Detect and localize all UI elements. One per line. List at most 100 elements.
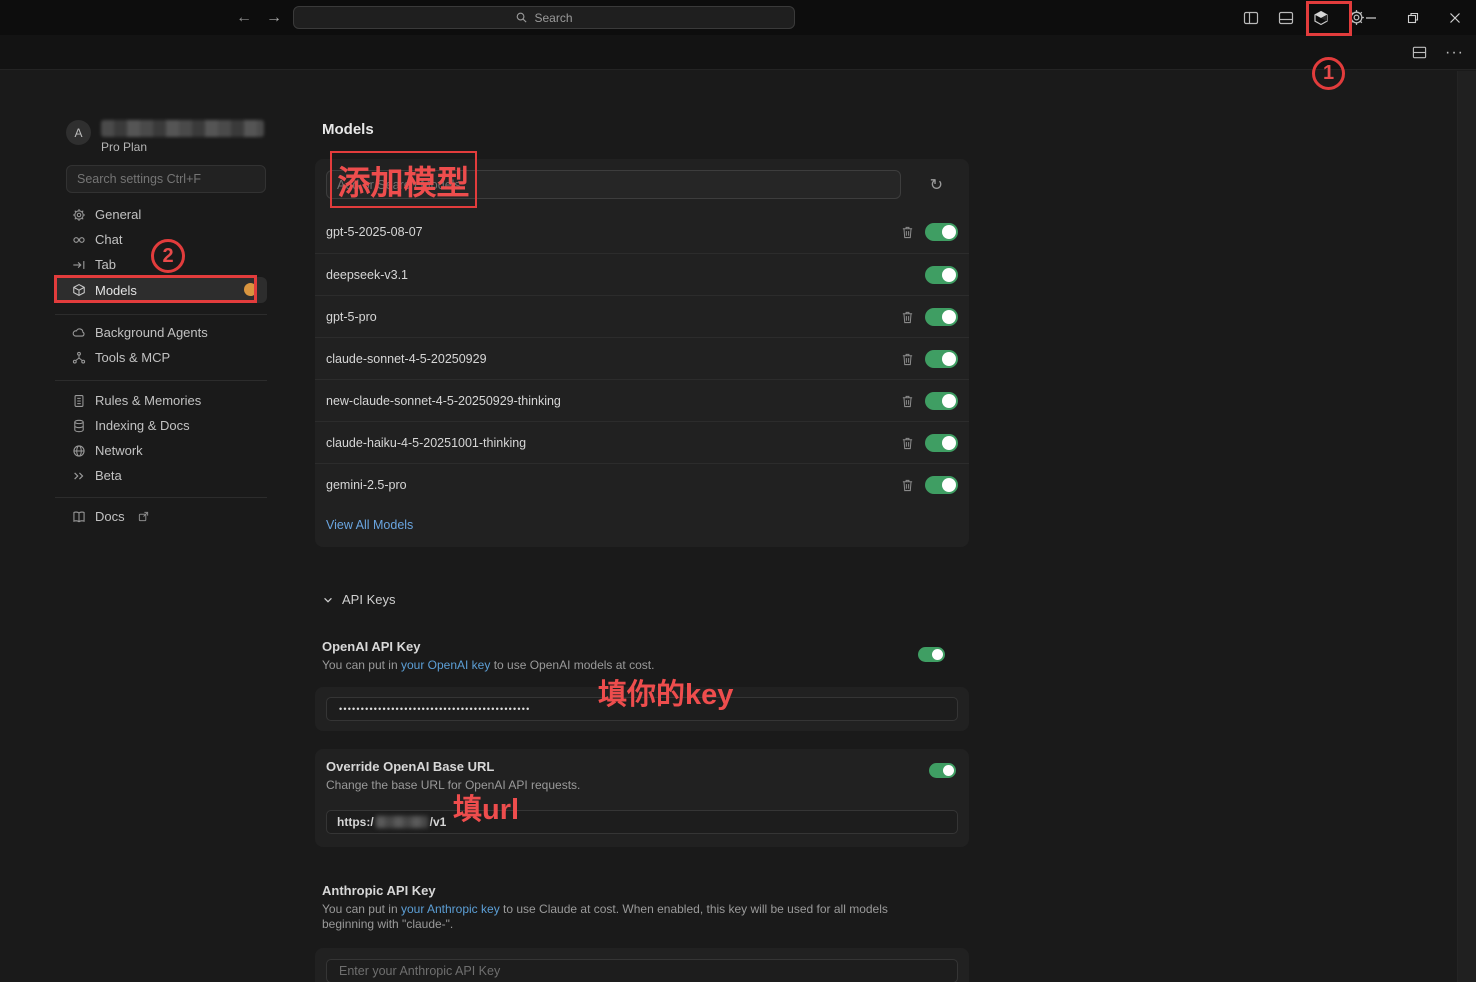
- sidebar-nav: General Chat Tab Models Background Agent…: [55, 202, 267, 529]
- add-model-input[interactable]: Add or Search Models: [326, 170, 901, 199]
- divider: [55, 497, 267, 498]
- infinity-icon: [72, 233, 86, 247]
- split-editor-icon[interactable]: [1407, 41, 1431, 65]
- settings-search-input[interactable]: Search settings Ctrl+F: [66, 165, 266, 193]
- desc-text: You can put in: [322, 902, 401, 916]
- model-enabled-toggle[interactable]: [925, 350, 958, 368]
- tab-arrow-icon: [72, 258, 86, 272]
- openai-key-section: OpenAI API Key You can put in your OpenA…: [315, 639, 969, 673]
- base-url-desc: Change the base URL for OpenAI API reque…: [326, 778, 958, 793]
- settings-search-placeholder: Search settings Ctrl+F: [77, 172, 201, 186]
- model-name: gemini-2.5-pro: [326, 478, 407, 492]
- model-list: gpt-5-2025-08-07 deepseek-v3.1 gpt-5-pro: [315, 211, 969, 505]
- anthropic-key-link[interactable]: your Anthropic key: [401, 902, 500, 916]
- page-title: Models: [322, 121, 969, 138]
- sidebar-item-indexing-docs[interactable]: Indexing & Docs: [55, 413, 267, 438]
- model-enabled-toggle[interactable]: [925, 223, 958, 241]
- search-icon: [515, 11, 528, 24]
- editor-tab-bar: ···: [0, 35, 1476, 70]
- openai-key-card: ••••••••••••••••••••••••••••••••••••••••…: [315, 687, 969, 731]
- url-prefix: https:/: [337, 815, 374, 829]
- sidebar-item-label: Tools & MCP: [95, 350, 170, 365]
- gear-icon: [72, 208, 86, 222]
- base-url-card: Override OpenAI Base URL Change the base…: [315, 749, 969, 847]
- sidebar-item-label: Tab: [95, 257, 116, 272]
- openai-key-input[interactable]: ••••••••••••••••••••••••••••••••••••••••…: [326, 697, 958, 721]
- openai-key-link[interactable]: your OpenAI key: [401, 658, 490, 672]
- cube-icon: [72, 283, 86, 297]
- sidebar-item-beta[interactable]: Beta: [55, 463, 267, 488]
- account-row: A Pro Plan: [66, 120, 264, 154]
- sidebar-item-rules-memories[interactable]: Rules & Memories: [55, 388, 267, 413]
- openai-key-label: OpenAI API Key: [322, 639, 962, 654]
- divider: [55, 314, 267, 315]
- more-actions-icon[interactable]: ···: [1445, 44, 1464, 62]
- anthropic-key-card: Enter your Anthropic API Key: [315, 948, 969, 982]
- search-placeholder: Search: [534, 11, 572, 25]
- anthropic-key-input[interactable]: Enter your Anthropic API Key: [326, 959, 958, 982]
- avatar: A: [66, 120, 91, 145]
- trash-icon[interactable]: [901, 352, 914, 366]
- trash-icon[interactable]: [901, 225, 914, 239]
- sidebar-item-tab[interactable]: Tab: [55, 252, 267, 277]
- account-name-redacted: [101, 120, 264, 137]
- sidebar-item-models[interactable]: Models: [55, 277, 267, 303]
- trash-icon[interactable]: [901, 394, 914, 408]
- close-icon[interactable]: [1434, 0, 1476, 35]
- model-enabled-toggle[interactable]: [925, 476, 958, 494]
- back-arrow-icon[interactable]: ←: [236, 9, 252, 27]
- masked-key-value: ••••••••••••••••••••••••••••••••••••••••…: [339, 704, 530, 714]
- external-link-icon: [138, 511, 149, 522]
- title-bar: ← → Search: [0, 0, 1476, 35]
- restore-icon[interactable]: [1392, 0, 1434, 35]
- model-enabled-toggle[interactable]: [925, 266, 958, 284]
- sidebar-item-docs[interactable]: Docs: [55, 504, 267, 529]
- view-all-models-link[interactable]: View All Models: [326, 518, 413, 532]
- model-row: claude-sonnet-4-5-20250929: [315, 337, 969, 379]
- anthropic-key-section: Anthropic API Key You can put in your An…: [315, 883, 969, 932]
- anthropic-key-placeholder: Enter your Anthropic API Key: [339, 964, 500, 978]
- panel-bottom-icon[interactable]: [1274, 6, 1298, 30]
- base-url-toggle[interactable]: [929, 763, 956, 778]
- refresh-icon[interactable]: ↻: [930, 175, 943, 195]
- global-search-box[interactable]: Search: [293, 6, 795, 29]
- sidebar-item-background-agents[interactable]: Background Agents: [55, 320, 267, 345]
- trash-icon[interactable]: [901, 310, 914, 324]
- model-enabled-toggle[interactable]: [925, 308, 958, 326]
- sidebar-item-chat[interactable]: Chat: [55, 227, 267, 252]
- cursor-logo-icon[interactable]: [1309, 6, 1333, 30]
- base-url-input[interactable]: https://v1: [326, 810, 958, 834]
- model-row: claude-haiku-4-5-20251001-thinking: [315, 421, 969, 463]
- model-enabled-toggle[interactable]: [925, 434, 958, 452]
- model-name: claude-haiku-4-5-20251001-thinking: [326, 436, 526, 450]
- panel-left-icon[interactable]: [1239, 6, 1263, 30]
- api-keys-section-header[interactable]: API Keys: [322, 592, 969, 607]
- minimize-icon[interactable]: [1350, 0, 1392, 35]
- url-redacted-segment: [376, 816, 428, 828]
- model-row: gpt-5-2025-08-07: [315, 211, 969, 253]
- scrollbar-track[interactable]: [1457, 71, 1476, 982]
- sidebar-item-label: Network: [95, 443, 143, 458]
- sidebar-item-label: Docs: [95, 509, 125, 524]
- trash-icon[interactable]: [901, 478, 914, 492]
- sidebar-item-label: Chat: [95, 232, 122, 247]
- model-enabled-toggle[interactable]: [925, 392, 958, 410]
- plan-label: Pro Plan: [101, 140, 264, 154]
- model-row: deepseek-v3.1: [315, 253, 969, 295]
- document-icon: [72, 394, 86, 408]
- globe-icon: [72, 444, 86, 458]
- chevrons-right-icon: [72, 469, 86, 483]
- sidebar-item-tools-mcp[interactable]: Tools & MCP: [55, 345, 267, 370]
- add-model-placeholder: Add or Search Models: [337, 178, 461, 192]
- base-url-label: Override OpenAI Base URL: [326, 759, 958, 774]
- cloud-icon: [72, 326, 86, 340]
- trash-icon[interactable]: [901, 436, 914, 450]
- settings-main-pane: Models Add or Search Models ↻ gpt-5-2025…: [315, 70, 969, 982]
- chevron-down-icon: [322, 594, 334, 606]
- model-name: gpt-5-pro: [326, 310, 377, 324]
- openai-key-toggle[interactable]: [918, 647, 945, 662]
- sidebar-item-general[interactable]: General: [55, 202, 267, 227]
- model-name: gpt-5-2025-08-07: [326, 225, 423, 239]
- sidebar-item-network[interactable]: Network: [55, 438, 267, 463]
- forward-arrow-icon[interactable]: →: [266, 9, 282, 27]
